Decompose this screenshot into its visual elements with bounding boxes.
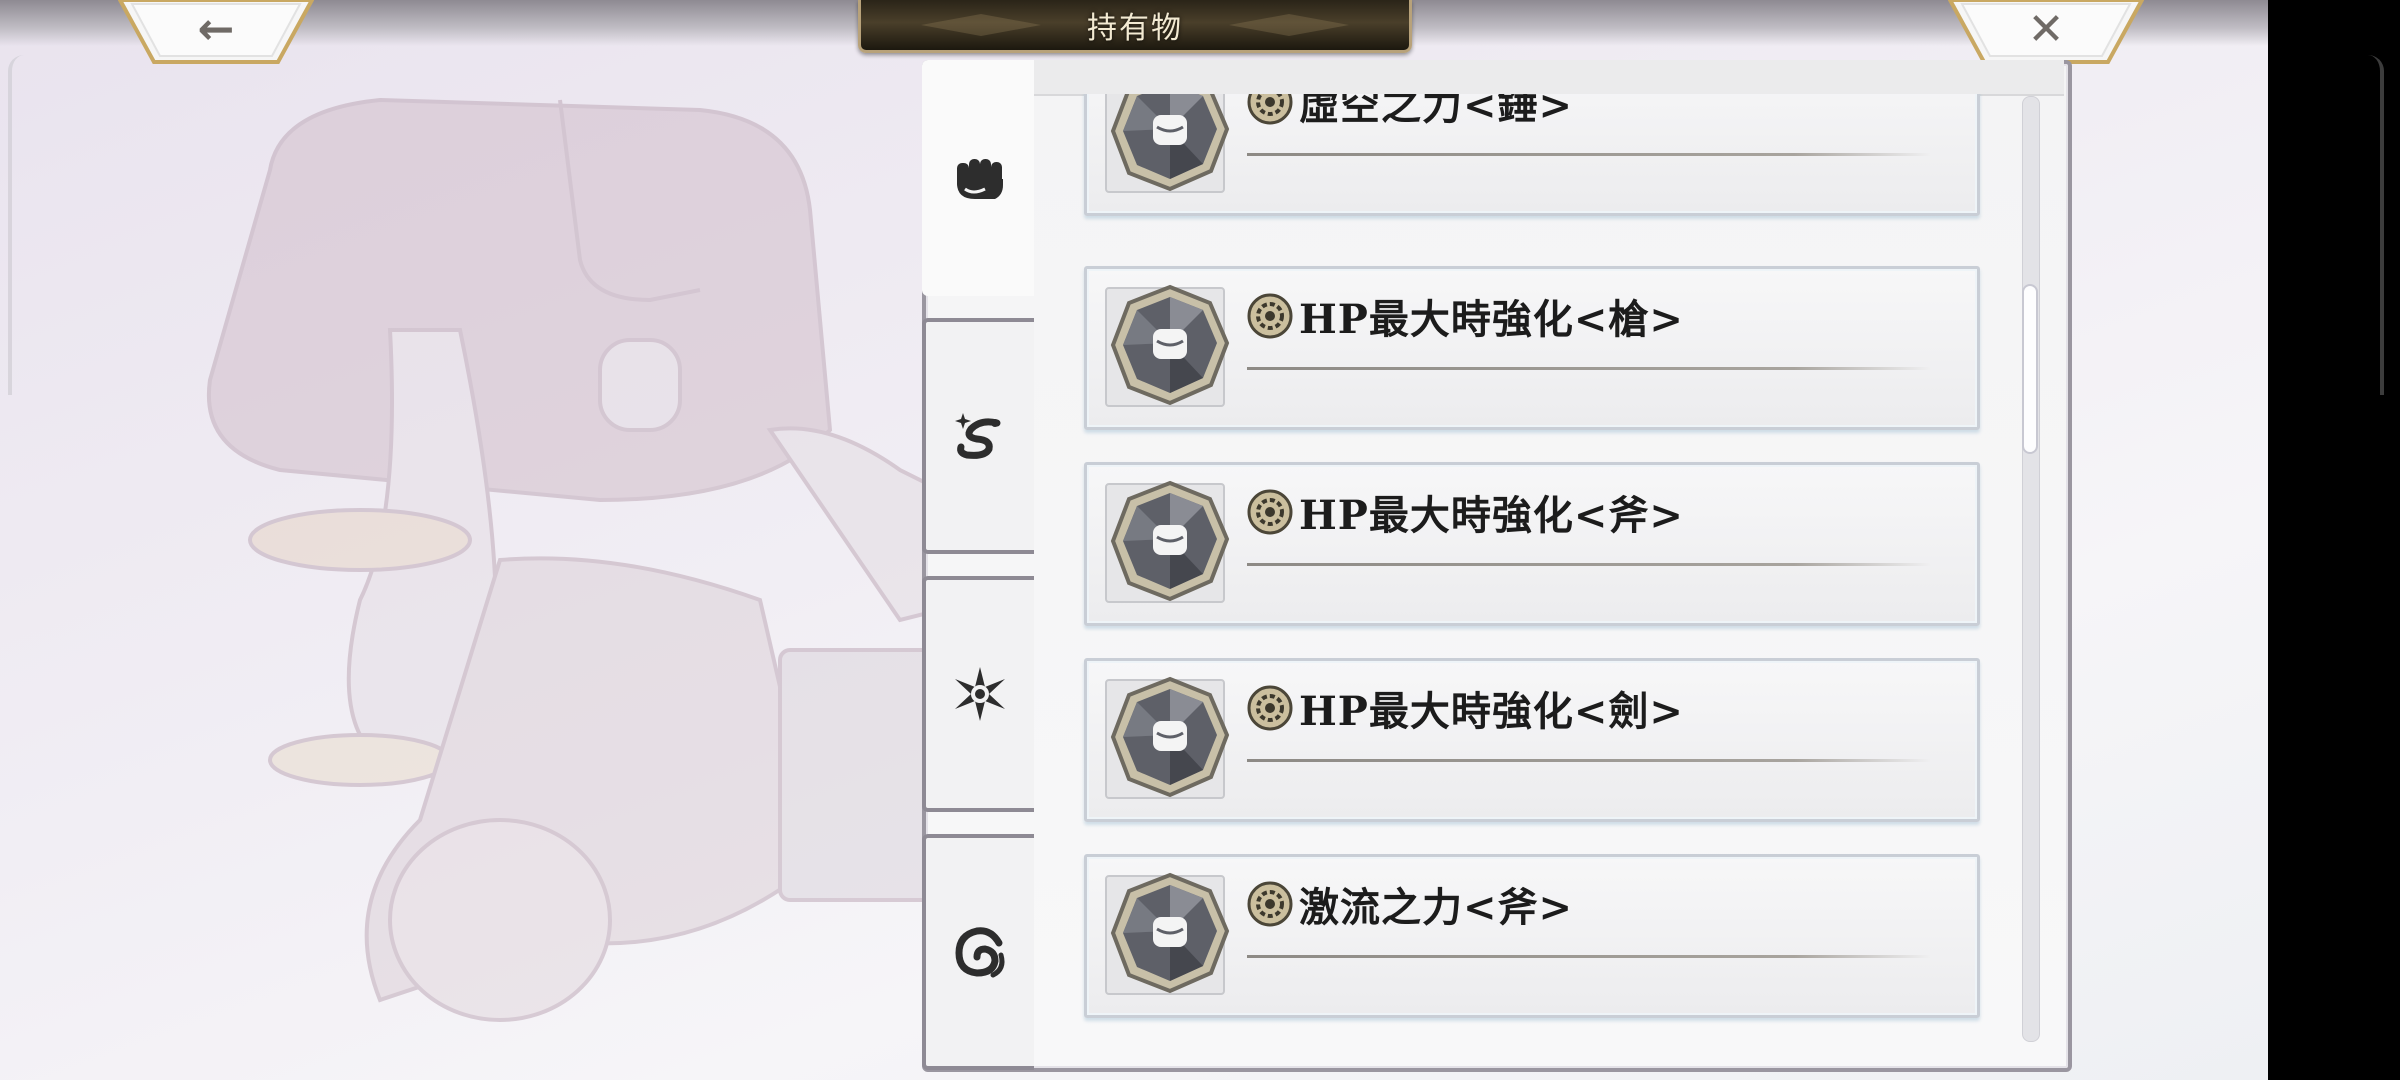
item-divider bbox=[1247, 955, 1931, 958]
serpent-sparkle-icon bbox=[955, 413, 1001, 459]
item-name: HP最大時強化<斧> bbox=[1299, 492, 1684, 539]
list-item[interactable]: 虛空之力<錘> bbox=[1084, 94, 1980, 216]
fist-octagon-badge-icon bbox=[1110, 94, 1230, 192]
tab-fist[interactable] bbox=[922, 60, 1034, 296]
scrollbar-track[interactable] bbox=[2022, 96, 2040, 1042]
game-screen: ← 持有物 ✕ 虛空之力<錘> HP最大時強化<槍> HP最大時強化<斧> HP… bbox=[0, 0, 2268, 1080]
tab-serpent[interactable] bbox=[922, 318, 1034, 554]
close-button[interactable]: ✕ bbox=[1948, 0, 2144, 64]
item-name: HP最大時強化<劍> bbox=[1299, 688, 1684, 735]
item-name: 虛空之力<錘> bbox=[1299, 94, 1574, 129]
compass-star-icon bbox=[955, 667, 1005, 721]
item-divider bbox=[1247, 153, 1931, 156]
item-list: 虛空之力<錘> HP最大時強化<槍> HP最大時強化<斧> HP最大時強化<劍>… bbox=[1030, 94, 2020, 1040]
page-title-plate: 持有物 bbox=[858, 0, 1412, 53]
ornament-right-icon bbox=[1229, 14, 1349, 36]
close-x-icon: ✕ bbox=[2027, 4, 2065, 55]
fist-octagon-badge-icon bbox=[1110, 676, 1230, 798]
fist-icon bbox=[957, 159, 1003, 199]
ornament-left-icon bbox=[921, 14, 1041, 36]
list-item[interactable]: HP最大時強化<斧> bbox=[1084, 462, 1980, 626]
item-divider bbox=[1247, 367, 1931, 370]
list-item[interactable]: 激流之力<斧> bbox=[1084, 854, 1980, 1018]
gear-wheel-icon bbox=[1247, 293, 1293, 339]
fist-octagon-badge-icon bbox=[1110, 872, 1230, 994]
scrollbar-thumb[interactable] bbox=[2022, 284, 2038, 454]
tab-compass[interactable] bbox=[922, 576, 1034, 812]
gear-wheel-icon bbox=[1247, 94, 1293, 125]
page-title: 持有物 bbox=[1087, 11, 1183, 46]
item-name: 激流之力<斧> bbox=[1299, 884, 1574, 931]
back-arrow-icon: ← bbox=[197, 4, 235, 55]
item-name: HP最大時強化<槍> bbox=[1299, 296, 1684, 343]
gear-wheel-icon bbox=[1247, 489, 1293, 535]
list-item[interactable]: HP最大時強化<槍> bbox=[1084, 266, 1980, 430]
left-edge-gesture-bar bbox=[8, 55, 24, 395]
list-item[interactable]: HP最大時強化<劍> bbox=[1084, 658, 1980, 822]
list-top-edge bbox=[1030, 60, 2064, 96]
fist-octagon-badge-icon bbox=[1110, 284, 1230, 406]
back-button[interactable]: ← bbox=[118, 0, 314, 64]
item-divider bbox=[1247, 563, 1931, 566]
gear-wheel-icon bbox=[1247, 881, 1293, 927]
right-edge-gesture-bar bbox=[2368, 55, 2384, 395]
tab-swirl[interactable] bbox=[922, 834, 1034, 1070]
fist-octagon-badge-icon bbox=[1110, 480, 1230, 602]
gear-wheel-icon bbox=[1247, 685, 1293, 731]
item-divider bbox=[1247, 759, 1931, 762]
swirl-icon bbox=[955, 927, 1005, 978]
